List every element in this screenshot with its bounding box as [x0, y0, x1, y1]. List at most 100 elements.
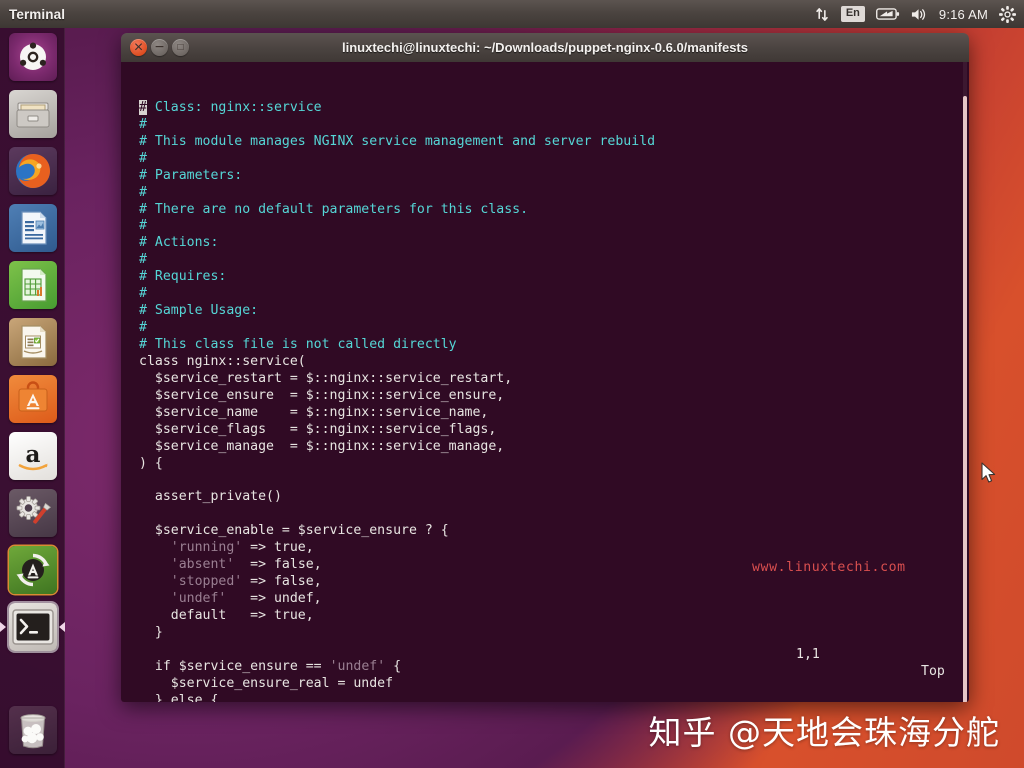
terminal-text: # Requires:: [139, 269, 227, 285]
unity-launcher: a: [0, 28, 65, 768]
terminal-line: # Actions:: [125, 235, 969, 252]
terminal-text: #: [139, 150, 147, 166]
launcher-item-files[interactable]: [0, 85, 65, 142]
terminal-text: => undef,: [226, 591, 322, 607]
terminal-line: # Parameters:: [125, 168, 969, 185]
vim-status-line: 1,1 Top: [121, 630, 969, 698]
terminal-text: ) {: [139, 455, 163, 471]
terminal-line: $service_name = $::nginx::service_name,: [125, 405, 969, 422]
launcher-item-amazon[interactable]: a: [0, 427, 65, 484]
panel-indicator-area: En 9:16 AM: [815, 5, 1024, 23]
terminal-line: # Sample Usage:: [125, 303, 969, 320]
launcher-item-libreoffice-impress[interactable]: [0, 313, 65, 370]
terminal-text: # Parameters:: [139, 167, 243, 183]
terminal-text: # This class file is not called directly: [139, 337, 457, 353]
terminal-text: default => true,: [139, 608, 314, 624]
clock[interactable]: 9:16 AM: [939, 7, 988, 22]
scrollbar-thumb[interactable]: [963, 95, 967, 702]
terminal-text: #: [139, 218, 147, 234]
terminal-text: $service_flags = $::nginx::service_flags…: [139, 421, 497, 437]
terminal-line: $service_enable = $service_ensure ? {: [125, 523, 969, 540]
launcher-item-firefox[interactable]: [0, 142, 65, 199]
terminal-line: class nginx::service(: [125, 354, 969, 371]
close-icon[interactable]: ×: [130, 39, 147, 56]
keyboard-layout-indicator[interactable]: En: [840, 6, 865, 22]
terminal-text: # This module manages NGINX service mana…: [139, 133, 656, 149]
terminal-text: class nginx::service(: [139, 353, 306, 369]
zhihu-watermark: 知乎 @天地会珠海分舵: [648, 713, 1000, 752]
site-watermark: www.linuxtechi.com: [752, 560, 906, 575]
terminal-scrollbar[interactable]: [963, 62, 967, 702]
terminal-line: 'running' => true,: [125, 540, 969, 557]
terminal-text: 'absent': [170, 557, 235, 573]
terminal-line: ) {: [125, 456, 969, 473]
terminal-line: # Requires:: [125, 269, 969, 286]
terminal-text: $service_ensure = $::nginx::service_ensu…: [139, 387, 505, 403]
terminal-line: #: [125, 151, 969, 168]
terminal-text: #: [139, 286, 147, 302]
terminal-text: 'undef': [170, 591, 227, 607]
terminal-text: $service_name = $::nginx::service_name,: [139, 404, 489, 420]
terminal-text: => true,: [242, 540, 314, 556]
terminal-line: default => true,: [125, 608, 969, 625]
minimize-icon[interactable]: −: [151, 39, 168, 56]
launcher-item-software-updater[interactable]: [0, 541, 65, 598]
terminal-line: $service_manage = $::nginx::service_mana…: [125, 439, 969, 456]
gear-icon[interactable]: [999, 5, 1016, 23]
launcher-item-ubuntu-software[interactable]: [0, 370, 65, 427]
terminal-line: #: [125, 320, 969, 337]
launcher-item-system-settings[interactable]: [0, 484, 65, 541]
terminal-line: # This class file is not called directly: [125, 337, 969, 354]
launcher-item-terminal[interactable]: [0, 598, 65, 655]
terminal-text: => false,: [242, 574, 322, 590]
terminal-line: # Class: nginx::service: [125, 99, 969, 117]
battery-icon[interactable]: [875, 7, 900, 21]
terminal-text-area[interactable]: # Class: nginx::service # # This module ma…: [125, 99, 969, 702]
panel-app-title[interactable]: Terminal: [9, 7, 65, 22]
terminal-text: # Actions:: [139, 235, 219, 251]
volume-icon[interactable]: [911, 7, 928, 22]
terminal-text: #: [139, 252, 147, 268]
terminal-text: assert_private(): [139, 489, 282, 505]
terminal-text: # There are no default parameters for th…: [139, 201, 529, 217]
terminal-line: #: [125, 218, 969, 235]
launcher-item-dash-home[interactable]: [0, 28, 65, 85]
launcher-item-libreoffice-calc[interactable]: [0, 256, 65, 313]
terminal-line: # This module manages NGINX service mana…: [125, 134, 969, 151]
maximize-icon[interactable]: □: [172, 39, 189, 56]
launcher-item-trash[interactable]: [0, 701, 65, 758]
scroll-position: Top: [921, 664, 945, 680]
window-titlebar[interactable]: × − □ linuxtechi@linuxtechi: ~/Downloads…: [121, 33, 969, 62]
terminal-text: #: [139, 116, 147, 132]
launcher-item-libreoffice-writer[interactable]: [0, 199, 65, 256]
desktop: Terminal En 9:16 AM a × − □ linuxtechi@l…: [0, 0, 1024, 768]
terminal-content[interactable]: # Class: nginx::service # # This module ma…: [121, 62, 969, 702]
terminal-line: #: [125, 252, 969, 269]
mouse-cursor: [981, 462, 997, 485]
terminal-text: # Sample Usage:: [139, 303, 259, 319]
minimize-glyph: −: [154, 38, 165, 56]
terminal-line: # There are no default parameters for th…: [125, 202, 969, 219]
close-glyph: ×: [133, 38, 144, 56]
terminal-text: 'running': [170, 540, 243, 556]
terminal-line: #: [125, 286, 969, 303]
terminal-text: $service_manage = $::nginx::service_mana…: [139, 438, 505, 454]
terminal-text: $service_restart = $::nginx::service_res…: [139, 370, 513, 386]
terminal-line: 'undef' => undef,: [125, 591, 969, 608]
terminal-text: Class: nginx::service: [146, 99, 322, 115]
terminal-text: 'stopped': [170, 574, 243, 590]
terminal-line: #: [125, 117, 969, 134]
terminal-line: $service_ensure = $::nginx::service_ensu…: [125, 388, 969, 405]
network-icon[interactable]: [815, 7, 830, 22]
terminal-text: => false,: [234, 557, 322, 573]
terminal-text: #: [139, 320, 147, 336]
terminal-window[interactable]: × − □ linuxtechi@linuxtechi: ~/Downloads…: [121, 33, 969, 702]
svg-text:a: a: [25, 441, 40, 468]
terminal-text: $service_enable = $service_ensure ? {: [139, 523, 449, 539]
